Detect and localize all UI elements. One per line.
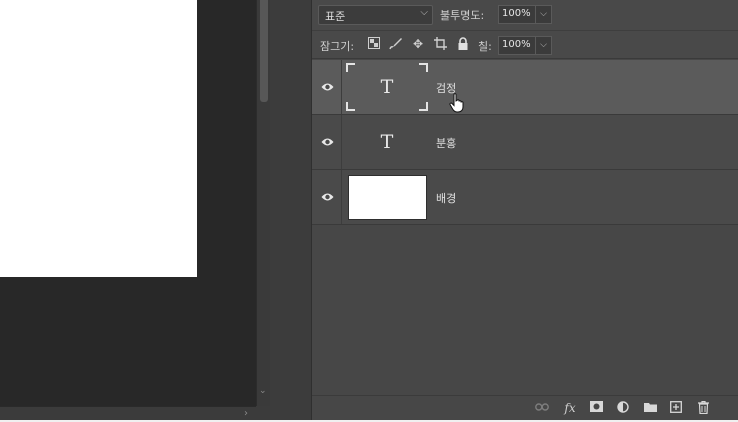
fill-input[interactable]: 100% <box>498 36 536 55</box>
visibility-toggle[interactable] <box>312 60 342 114</box>
chevron-down-icon: ⌵ <box>420 7 428 18</box>
text-layer-glyph: T <box>380 76 394 98</box>
document-canvas[interactable] <box>0 0 197 277</box>
lock-image-pixels-icon[interactable] <box>388 37 402 51</box>
blend-mode-select[interactable]: 표준 ⌵ <box>318 5 433 25</box>
text-layer-thumbnail[interactable]: T <box>347 119 427 165</box>
visibility-toggle[interactable] <box>312 115 342 169</box>
text-layer-thumbnail[interactable]: T <box>346 63 428 111</box>
scroll-down-icon[interactable]: ⌄ <box>259 386 267 396</box>
background-layer-thumbnail[interactable] <box>348 175 427 220</box>
fill-label: 칠: <box>478 40 492 53</box>
lock-artboard-icon[interactable] <box>433 37 447 51</box>
add-mask-icon[interactable] <box>588 401 604 415</box>
layers-panel-footer: fx <box>312 395 738 420</box>
new-layer-icon[interactable] <box>668 401 684 415</box>
layer-row-분홍[interactable]: T 분홍 <box>312 115 738 170</box>
new-group-icon[interactable] <box>642 401 658 415</box>
canvas-workspace[interactable] <box>0 0 256 406</box>
fx-icon[interactable]: fx <box>562 401 578 415</box>
vertical-scroll-thumb[interactable] <box>260 0 268 102</box>
opacity-dropdown-button[interactable]: ⌵ <box>536 5 552 24</box>
eye-icon <box>321 193 334 201</box>
layer-list: T 검정 T 분홍 배경 <box>312 60 738 395</box>
opacity-label: 불투명도: <box>440 9 485 22</box>
vertical-scrollbar[interactable]: ⌄ <box>256 0 270 406</box>
lock-label: 잠그기: <box>320 40 355 53</box>
opacity-input[interactable]: 100% <box>498 5 536 24</box>
link-layers-icon[interactable] <box>534 401 550 415</box>
lock-options-row: 잠그기: ✥ 칠: 100% ⌵ <box>312 30 738 59</box>
lock-all-icon[interactable] <box>456 37 470 51</box>
blend-options-row: 표준 ⌵ 불투명도: 100% ⌵ <box>312 0 738 30</box>
panel-dock-gutter <box>270 0 312 420</box>
eye-icon <box>321 138 334 146</box>
layer-name[interactable]: 배경 <box>436 190 456 206</box>
lock-transparent-pixels-icon[interactable] <box>367 37 381 51</box>
hand-cursor-icon <box>449 93 464 113</box>
scroll-corner <box>256 406 270 420</box>
visibility-toggle[interactable] <box>312 170 342 224</box>
layer-row-검정[interactable]: T 검정 <box>312 60 738 115</box>
horizontal-scrollbar[interactable]: › <box>0 406 256 420</box>
layers-panel: 표준 ⌵ 불투명도: 100% ⌵ 잠그기: ✥ 칠: 100% ⌵ T 검정 … <box>312 0 738 420</box>
layer-row-배경[interactable]: 배경 <box>312 170 738 225</box>
blend-mode-value: 표준 <box>325 10 346 23</box>
lock-position-icon[interactable]: ✥ <box>411 37 425 51</box>
layer-name[interactable]: 분홍 <box>436 135 456 151</box>
scroll-right-icon[interactable]: › <box>244 407 248 420</box>
fill-dropdown-button[interactable]: ⌵ <box>536 36 552 55</box>
eye-icon <box>321 83 334 91</box>
adjustment-layer-icon[interactable] <box>615 401 631 415</box>
delete-layer-icon[interactable] <box>695 400 711 415</box>
text-layer-glyph: T <box>380 131 394 153</box>
